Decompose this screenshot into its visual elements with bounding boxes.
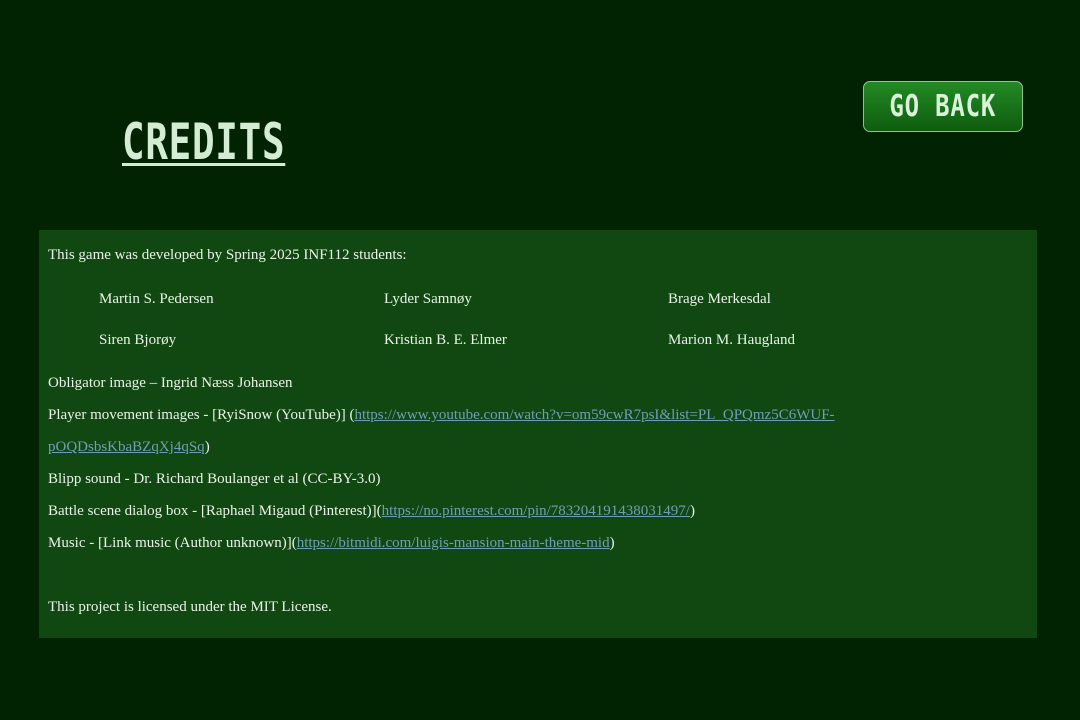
credits-panel: This game was developed by Spring 2025 I… xyxy=(39,230,1037,638)
closing-paren: ) xyxy=(609,535,615,551)
credit-player-movement-text: Player movement images - [RyiSnow (YouTu… xyxy=(48,407,355,423)
developer-name: Siren Bjorøy xyxy=(99,332,177,348)
developer-name: Marion M. Haugland xyxy=(668,332,796,348)
credit-music-text: Music - [Link music (Author unknown)]( xyxy=(48,535,297,551)
developer-name: Martin S. Pedersen xyxy=(99,291,214,307)
credit-obligator-image: Obligator image – Ingrid Næss Johansen xyxy=(48,375,293,391)
credits-intro: This game was developed by Spring 2025 I… xyxy=(48,247,407,263)
bitmidi-link[interactable]: https://bitmidi.com/luigis-mansion-main-… xyxy=(297,535,610,551)
youtube-link[interactable]: https://www.youtube.com/watch?v=om59cwR7… xyxy=(354,407,834,423)
developer-name: Kristian B. E. Elmer xyxy=(384,332,507,348)
closing-paren: ) xyxy=(204,439,210,455)
youtube-link-continued[interactable]: pOQDsbsKbaBZqXj4qSq xyxy=(48,439,205,455)
pinterest-link[interactable]: https://no.pinterest.com/pin/78320419143… xyxy=(382,503,690,519)
credit-music: Music - [Link music (Author unknown)](ht… xyxy=(48,533,615,553)
credit-player-movement: Player movement images - [RyiSnow (YouTu… xyxy=(48,405,835,425)
developer-name: Brage Merkesdal xyxy=(668,291,771,307)
go-back-label: GO BACK xyxy=(889,89,997,124)
page-title: CREDITS xyxy=(122,113,286,171)
credits-screen: CREDITS GO BACK This game was developed … xyxy=(0,0,1080,720)
credit-battle-dialog: Battle scene dialog box - [Raphael Migau… xyxy=(48,501,695,521)
developer-name: Lyder Samnøy xyxy=(384,291,472,307)
license-text: This project is licensed under the MIT L… xyxy=(48,599,332,615)
credit-blipp-sound: Blipp sound - Dr. Richard Boulanger et a… xyxy=(48,471,381,487)
go-back-button[interactable]: GO BACK xyxy=(863,81,1023,132)
credit-battle-dialog-text: Battle scene dialog box - [Raphael Migau… xyxy=(48,503,382,519)
closing-paren: ) xyxy=(689,503,695,519)
credit-player-movement-cont: pOQDsbsKbaBZqXj4qSq) xyxy=(48,437,210,457)
